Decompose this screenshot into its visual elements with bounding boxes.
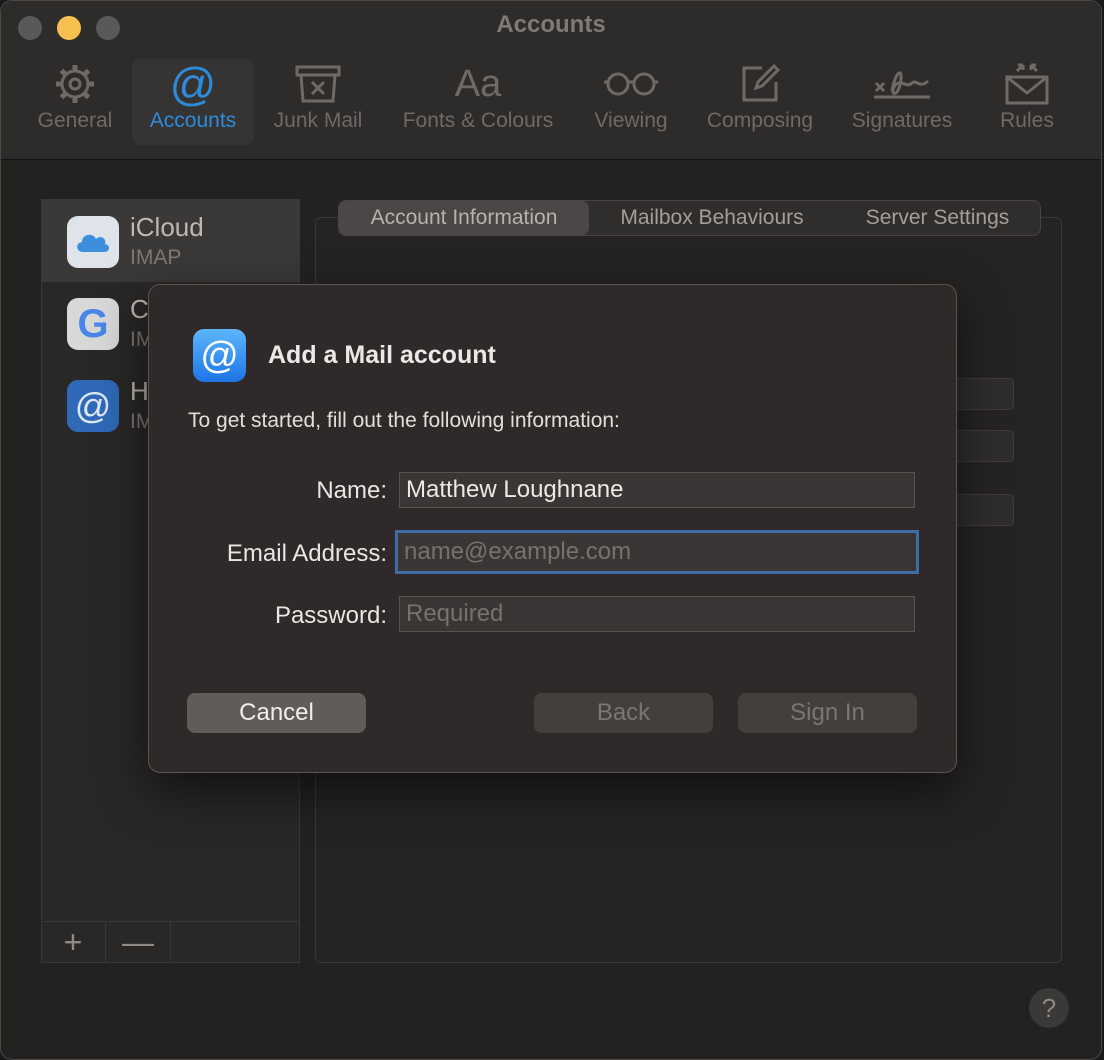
account-name: iCloud (130, 212, 204, 242)
tab-account-information[interactable]: Account Information (339, 201, 589, 235)
sign-in-button[interactable]: Sign In (738, 693, 917, 733)
account-row-icloud[interactable]: iCloud IMAP (42, 200, 299, 282)
gear-icon (56, 65, 94, 103)
password-label: Password: (274, 602, 387, 629)
account-name: H (130, 376, 149, 406)
toolbar-composing[interactable]: Composing (697, 59, 823, 145)
compose-icon (742, 63, 781, 102)
tab-server-settings[interactable]: Server Settings (835, 201, 1040, 235)
toolbar-rules[interactable]: Rules (991, 59, 1063, 145)
email-field[interactable] (395, 530, 919, 574)
toolbar-fonts-colours[interactable]: Aa Fonts & Colours (391, 59, 565, 145)
toolbar-composing-label: Composing (706, 109, 814, 132)
account-name: C (130, 294, 149, 324)
at-icon: @ (169, 58, 217, 110)
title-bar: Accounts General @ Accounts Junk Mail Aa… (1, 1, 1101, 160)
account-type: IMAP (130, 246, 182, 269)
junk-mail-icon (295, 65, 341, 103)
password-field[interactable] (399, 596, 915, 632)
rules-icon (1005, 63, 1049, 105)
toolbar-junk-mail-label: Junk Mail (273, 109, 363, 132)
toolbar-fonts-colours-label: Fonts & Colours (402, 109, 554, 132)
name-label: Name: (316, 477, 387, 504)
window-title: Accounts (496, 11, 606, 38)
at-mail-icon: @ (67, 380, 119, 432)
toolbar-signatures[interactable]: Signatures (841, 59, 963, 145)
add-account-button[interactable]: + (41, 922, 106, 962)
tab-mailbox-behaviours[interactable]: Mailbox Behaviours (589, 201, 835, 235)
toolbar-general-label: General (37, 109, 113, 132)
fonts-icon: Aa (454, 62, 502, 105)
toolbar-viewing-label: Viewing (594, 109, 668, 132)
glasses-icon (604, 72, 658, 96)
cancel-button[interactable]: Cancel (187, 693, 366, 733)
mail-account-icon: @ (193, 329, 246, 382)
signature-icon (874, 71, 930, 99)
toolbar-signatures-label: Signatures (851, 109, 953, 132)
toolbar-junk-mail[interactable]: Junk Mail (265, 59, 371, 145)
remove-account-button[interactable]: — (106, 922, 171, 962)
account-tabs: Account Information Mailbox Behaviours S… (338, 200, 1041, 236)
toolbar-accounts[interactable]: @ Accounts (132, 59, 254, 145)
toolbar-viewing[interactable]: Viewing (585, 59, 677, 145)
add-mail-account-dialog: @ Add a Mail account To get started, fil… (148, 284, 957, 773)
icloud-icon (67, 216, 119, 268)
account-list-footer: + — (41, 921, 298, 962)
dialog-title: Add a Mail account (268, 341, 496, 369)
toolbar-general[interactable]: General (29, 59, 121, 145)
toolbar-accounts-label: Accounts (149, 109, 237, 132)
dialog-subtitle: To get started, fill out the following i… (188, 409, 620, 432)
back-button[interactable]: Back (534, 693, 713, 733)
preferences-window: Accounts General @ Accounts Junk Mail Aa… (0, 0, 1102, 1060)
toolbar-rules-label: Rules (1000, 109, 1054, 132)
google-icon: G (67, 298, 119, 350)
help-button[interactable]: ? (1029, 988, 1069, 1028)
name-field[interactable] (399, 472, 915, 508)
email-address-label: Email Address: (226, 540, 387, 567)
